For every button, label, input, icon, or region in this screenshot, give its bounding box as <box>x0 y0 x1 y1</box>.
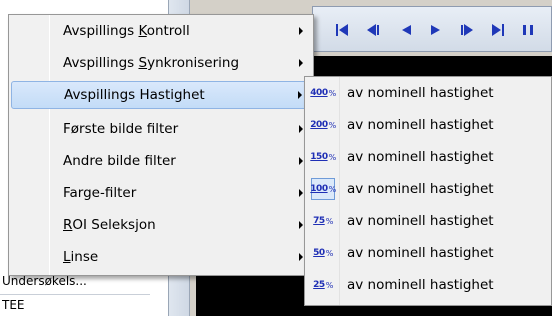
speed-option-400[interactable]: 400% av nominell hastighet <box>307 79 551 107</box>
menu-item-color-filter[interactable]: Farge-filter <box>11 179 311 207</box>
playback-toolbar <box>312 6 552 52</box>
speed-option-label: av nominell hastighet <box>347 181 494 197</box>
speed-option-label: av nominell hastighet <box>347 85 494 101</box>
step-forward-icon[interactable] <box>459 21 477 39</box>
speed-50-icon: 50% <box>313 248 333 258</box>
submenu-arrow-icon <box>299 59 303 67</box>
speed-25-icon: 25% <box>313 280 333 290</box>
playback-speed-submenu: 400% av nominell hastighet 200% av nomin… <box>304 76 552 306</box>
play-reverse-icon[interactable] <box>397 21 415 39</box>
menu-item-label: Linse <box>63 249 99 265</box>
menu-item-first-frame-filter[interactable]: Første bilde filter <box>11 115 311 143</box>
speed-option-label: av nominell hastighet <box>347 245 494 261</box>
speed-400-icon: 400% <box>310 88 336 98</box>
skip-to-end-icon[interactable] <box>489 21 507 39</box>
speed-200-icon: 200% <box>310 120 336 130</box>
menu-item-label: Andre bilde filter <box>63 153 176 169</box>
menu-item-lens[interactable]: Linse <box>11 243 311 271</box>
speed-option-label: av nominell hastighet <box>347 277 494 293</box>
menu-item-playback-sync[interactable]: Avspillings Synkronisering <box>11 49 311 77</box>
menu-item-playback-control[interactable]: Avspillings Kontroll <box>11 17 311 45</box>
submenu-arrow-icon <box>298 91 302 99</box>
speed-option-label: av nominell hastighet <box>347 213 494 229</box>
submenu-arrow-icon <box>299 189 303 197</box>
play-icon[interactable] <box>427 21 445 39</box>
menu-item-roi-selection[interactable]: ROI Seleksjon <box>11 211 311 239</box>
speed-option-100[interactable]: 100% av nominell hastighet <box>307 175 551 203</box>
speed-option-25[interactable]: 25% av nominell hastighet <box>307 271 551 299</box>
skip-to-start-icon[interactable] <box>333 21 351 39</box>
playback-context-menu: Avspillings Kontroll Avspillings Synkron… <box>8 14 314 276</box>
menu-item-second-frame-filter[interactable]: Andre bilde filter <box>11 147 311 175</box>
menu-item-label: Avspillings Synkronisering <box>63 55 240 71</box>
submenu-arrow-icon <box>299 221 303 229</box>
submenu-arrow-icon <box>299 253 303 261</box>
speed-150-icon: 150% <box>310 152 336 162</box>
menu-item-label: Avspillings Hastighet <box>64 87 205 103</box>
menu-item-label: Første bilde filter <box>63 121 179 137</box>
speed-option-75[interactable]: 75% av nominell hastighet <box>307 207 551 235</box>
speed-option-label: av nominell hastighet <box>347 117 494 133</box>
left-panel-item[interactable]: TEE <box>2 298 142 316</box>
speed-100-icon: 100% <box>310 178 336 200</box>
speed-75-icon: 75% <box>313 216 333 226</box>
menu-item-label: Farge-filter <box>63 185 137 201</box>
submenu-arrow-icon <box>299 27 303 35</box>
speed-option-label: av nominell hastighet <box>347 149 494 165</box>
left-panel-item[interactable]: Undersøkels... <box>2 274 142 292</box>
speed-option-200[interactable]: 200% av nominell hastighet <box>307 111 551 139</box>
submenu-arrow-icon <box>299 125 303 133</box>
step-back-icon[interactable] <box>363 21 381 39</box>
speed-option-150[interactable]: 150% av nominell hastighet <box>307 143 551 171</box>
speed-option-50[interactable]: 50% av nominell hastighet <box>307 239 551 267</box>
left-panel-divider <box>0 294 150 295</box>
menu-item-label: Avspillings Kontroll <box>63 23 190 39</box>
submenu-arrow-icon <box>299 157 303 165</box>
menu-item-playback-speed[interactable]: Avspillings Hastighet <box>11 81 311 109</box>
pause-icon[interactable] <box>519 21 537 39</box>
menu-item-label: ROI Seleksjon <box>63 217 156 233</box>
